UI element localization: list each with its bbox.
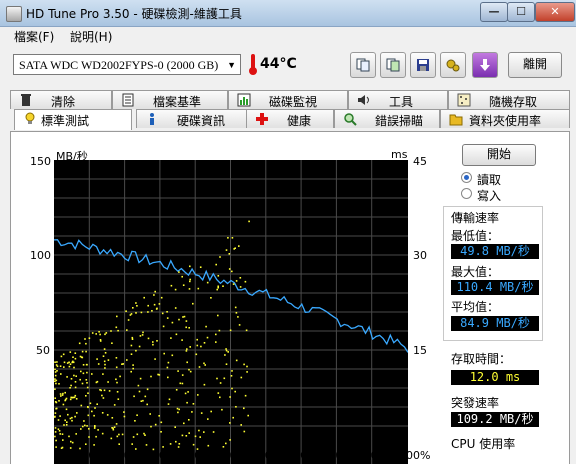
floppy-disk-icon bbox=[417, 59, 429, 71]
tab-health[interactable]: 健康 bbox=[246, 109, 334, 128]
access-time-value: 12.0 ms bbox=[451, 370, 539, 385]
maximize-button[interactable]: ☐ bbox=[507, 2, 535, 22]
write-radio-dot bbox=[461, 188, 472, 199]
cpu-usage-label: CPU 使用率 bbox=[451, 437, 516, 451]
options-button[interactable] bbox=[440, 52, 466, 78]
thermometer-icon bbox=[249, 54, 257, 76]
close-button[interactable]: ✕ bbox=[535, 2, 575, 22]
trash-icon bbox=[21, 94, 31, 106]
tab-benchmark[interactable]: 標準測試 bbox=[14, 109, 132, 130]
title-bar: HD Tune Pro 3.50 - 硬碟檢測-維護工具 — ☐ ✕ bbox=[0, 0, 576, 27]
save-button[interactable] bbox=[410, 52, 436, 78]
tab-strip: 清除 檔案基準 磁碟監視 工具 隨機存取 標準測試 硬碟資訊 健康 錯誤掃瞄 資… bbox=[10, 90, 570, 132]
menu-file[interactable]: 檔案(F) bbox=[14, 28, 54, 45]
chevron-down-icon: ▼ bbox=[227, 60, 236, 70]
info-icon bbox=[150, 113, 154, 125]
write-radio[interactable]: 寫入 bbox=[461, 187, 541, 203]
tab-disk-monitor[interactable]: 磁碟監視 bbox=[228, 90, 348, 109]
menu-bar: 檔案(F) 說明(H) bbox=[0, 27, 576, 45]
tab-folder-usage[interactable]: 資料夾使用率 bbox=[440, 109, 570, 128]
burst-rate-label: 突發速率 bbox=[451, 396, 500, 410]
magnifier-icon bbox=[344, 113, 357, 126]
copy-screenshot-button[interactable] bbox=[380, 52, 406, 78]
speaker-icon bbox=[358, 95, 369, 105]
tab-drive-info[interactable]: 硬碟資訊 bbox=[136, 109, 256, 128]
file-benchmark-icon bbox=[122, 93, 134, 107]
health-cross-icon bbox=[256, 113, 268, 125]
copy-screenshot-icon bbox=[386, 58, 400, 72]
temperature-value: 44°C bbox=[260, 56, 297, 72]
start-button[interactable]: 開始 bbox=[462, 144, 536, 166]
app-icon bbox=[6, 6, 22, 22]
gear-icon bbox=[446, 59, 460, 72]
max-value: 110.4 MB/秒 bbox=[451, 280, 539, 295]
drive-select-value: SATA WDC WD2002FYPS-0 (2000 GB) bbox=[19, 58, 219, 72]
exit-button[interactable]: 離開 bbox=[508, 52, 562, 78]
disk-monitor-icon bbox=[237, 93, 251, 107]
avg-value: 84.9 MB/秒 bbox=[451, 316, 539, 331]
menu-help[interactable]: 說明(H) bbox=[70, 28, 112, 45]
random-access-icon bbox=[457, 93, 471, 107]
copy-text-button[interactable] bbox=[350, 52, 376, 78]
read-radio[interactable]: 讀取 bbox=[461, 171, 541, 187]
avg-label: 平均值： bbox=[451, 300, 500, 314]
tab-error-scan[interactable]: 錯誤掃瞄 bbox=[334, 109, 440, 128]
min-value: 49.8 MB/秒 bbox=[451, 244, 539, 259]
tab-file-benchmark[interactable]: 檔案基準 bbox=[112, 90, 228, 109]
folder-icon bbox=[449, 114, 463, 126]
copy-text-icon bbox=[356, 58, 370, 72]
transfer-rate-title: 傳輸速率 bbox=[451, 211, 500, 225]
read-radio-dot bbox=[461, 172, 472, 183]
tab-random-access[interactable]: 隨機存取 bbox=[448, 90, 570, 109]
toolbar: SATA WDC WD2002FYPS-0 (2000 GB) ▼ 44°C 離… bbox=[0, 46, 576, 84]
tab-erase[interactable]: 清除 bbox=[10, 90, 112, 109]
burst-rate-value: 109.2 MB/秒 bbox=[451, 412, 539, 427]
minimize-button[interactable]: — bbox=[480, 2, 508, 22]
max-label: 最大值： bbox=[451, 265, 500, 279]
window-title: HD Tune Pro 3.50 - 硬碟檢測-維護工具 bbox=[26, 7, 242, 21]
min-label: 最低值： bbox=[451, 229, 500, 243]
access-time-label: 存取時間： bbox=[451, 352, 512, 366]
arrow-down-icon bbox=[480, 59, 490, 71]
drive-select[interactable]: SATA WDC WD2002FYPS-0 (2000 GB) ▼ bbox=[13, 54, 241, 75]
exit-arrow-button[interactable] bbox=[472, 52, 498, 78]
lightbulb-icon bbox=[25, 112, 35, 124]
tab-tools[interactable]: 工具 bbox=[348, 90, 448, 109]
